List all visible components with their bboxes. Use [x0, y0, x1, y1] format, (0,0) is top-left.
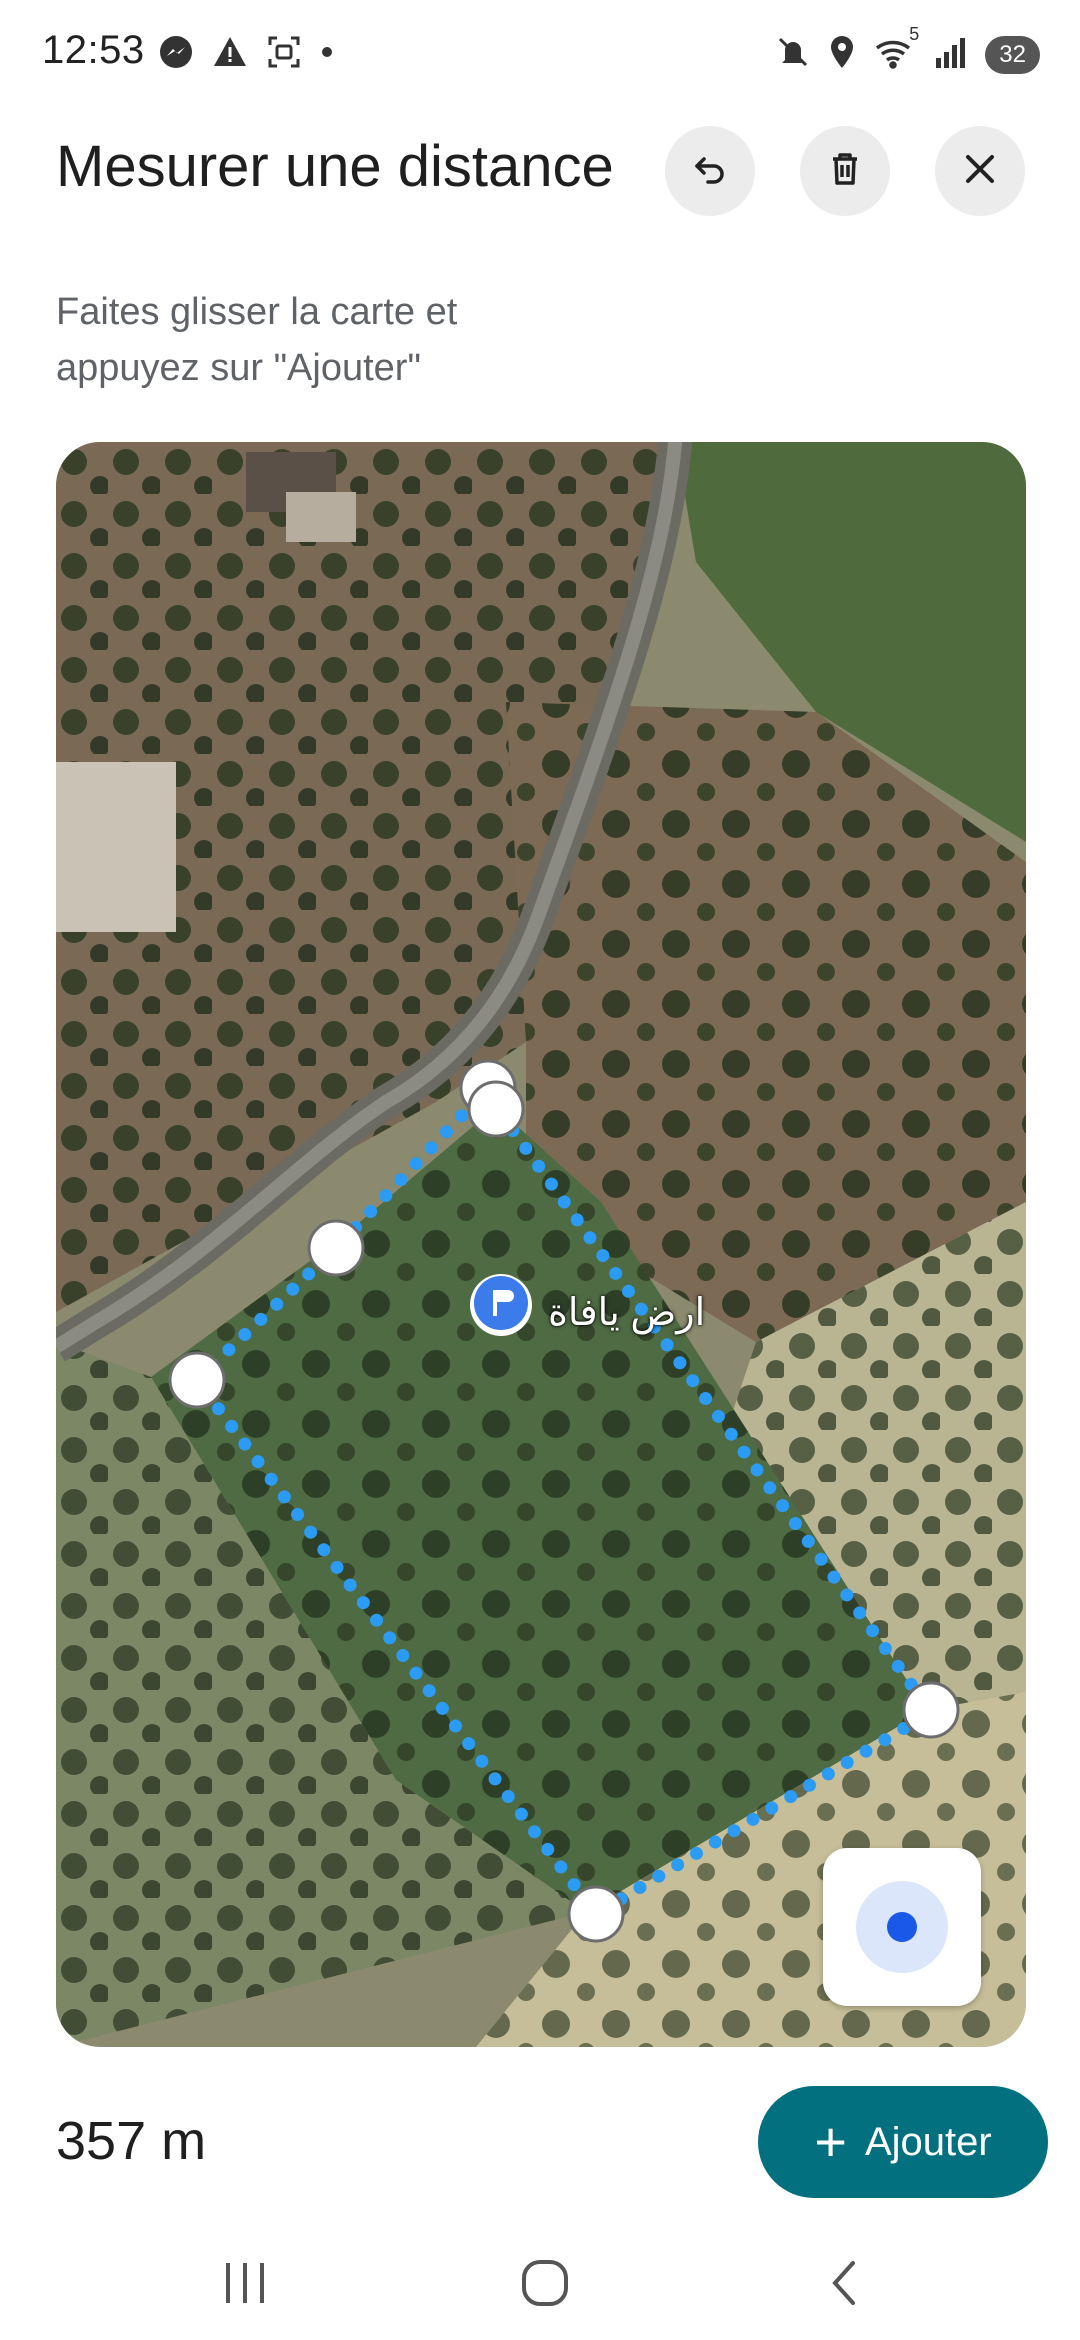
flag-icon — [474, 1275, 528, 1335]
my-location-icon — [856, 1881, 948, 1973]
distance-value: 357 m — [56, 2111, 207, 2171]
place-marker[interactable] — [470, 1274, 532, 1336]
system-nav-bar — [0, 2220, 1080, 2340]
wifi-badge: 5 — [909, 24, 920, 44]
page-subtitle: Faites glisser la carte et appuyez sur "… — [56, 291, 458, 389]
add-button-label: Ajouter — [864, 2119, 992, 2164]
add-button[interactable]: + Ajouter — [758, 2086, 1048, 2198]
battery-indicator: 32 — [985, 35, 1040, 74]
messenger-icon — [158, 34, 194, 75]
plus-icon: + — [814, 2110, 847, 2173]
back-icon — [825, 2258, 865, 2313]
status-time: 12:53 — [42, 28, 145, 72]
undo-button[interactable] — [665, 126, 755, 216]
status-bar: 12:53 5 32 — [0, 0, 1080, 110]
signal-icon — [933, 34, 969, 75]
location-icon — [827, 34, 857, 75]
dot-icon — [320, 45, 334, 64]
trash-icon — [825, 149, 865, 194]
home-icon — [520, 2258, 570, 2313]
home-button[interactable] — [505, 2250, 585, 2320]
page-title: Mesurer une distance — [56, 134, 614, 199]
warning-icon — [212, 34, 248, 75]
undo-icon — [690, 149, 730, 194]
wifi-icon: 5 — [873, 24, 919, 75]
close-button[interactable] — [935, 126, 1025, 216]
recent-apps-button[interactable] — [205, 2250, 285, 2320]
back-button[interactable] — [805, 2250, 885, 2320]
recent-apps-icon — [220, 2261, 270, 2310]
delete-button[interactable] — [800, 126, 890, 216]
mute-icon — [775, 34, 811, 75]
place-label[interactable]: ارض يافاة — [548, 1290, 705, 1335]
status-left-icons — [158, 34, 334, 75]
status-right-icons: 5 32 — [775, 24, 1040, 75]
close-icon — [960, 149, 1000, 194]
satellite-map[interactable] — [56, 442, 1026, 2047]
screenshot-icon — [266, 34, 302, 75]
my-location-button[interactable] — [823, 1848, 981, 2006]
